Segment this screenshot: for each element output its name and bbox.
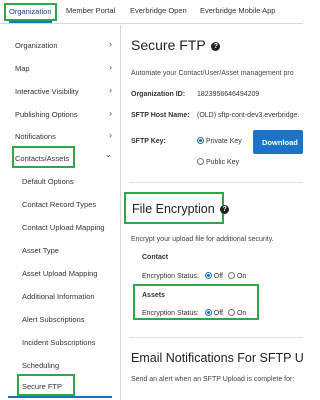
encryption-description: Encrypt your upload file for additional …: [131, 236, 274, 243]
sidebar-item-label: Organization: [15, 41, 58, 50]
contact-off-radio[interactable]: Off: [204, 272, 223, 280]
radio-selected-icon: [204, 309, 212, 316]
sidebar-item-notifications[interactable]: Notifications ›: [0, 126, 120, 148]
sidebar-item-default-options[interactable]: Default Options: [0, 171, 120, 193]
tab-everbridge-mobile-app[interactable]: Everbridge Mobile App: [200, 6, 275, 15]
file-encryption-title: File Encryption ?: [132, 202, 230, 216]
file-encryption-title-text: File Encryption: [132, 202, 215, 216]
sidebar-item-alert-subscriptions[interactable]: Alert Subscriptions: [0, 309, 120, 331]
radio-unselected-icon: [227, 272, 235, 279]
help-icon[interactable]: ?: [220, 205, 230, 214]
sidebar-item-asset-upload-mapping[interactable]: Asset Upload Mapping: [0, 263, 120, 285]
contact-heading: Contact: [142, 254, 169, 261]
encryption-status-label: Encryption Status:: [142, 310, 199, 317]
assets-heading: Assets: [142, 292, 165, 299]
public-key-radio[interactable]: Public Key: [197, 158, 239, 166]
host-name-value: (OLD) sftp-cont-dev3.everbridge.: [197, 112, 300, 119]
sidebar-item-contact-record-types[interactable]: Contact Record Types: [0, 194, 120, 216]
main-content: Secure FTP ? Automate your Contact/User/…: [121, 25, 303, 400]
divider: [129, 182, 303, 183]
assets-encryption-status: Encryption Status: Off On: [142, 309, 246, 317]
sidebar-item-label: Additional Information: [22, 292, 95, 301]
email-notifications-description: Send an alert when an SFTP Upload is com…: [131, 376, 295, 383]
active-tab-indicator: [9, 21, 52, 23]
sidebar-item-label: Map: [15, 64, 30, 73]
radio-unselected-icon: [227, 309, 235, 316]
sidebar-item-contact-upload-mapping[interactable]: Contact Upload Mapping: [0, 217, 120, 239]
sidebar-item-label: Notifications: [15, 132, 56, 141]
download-button[interactable]: Download: [253, 130, 303, 154]
on-label: On: [236, 273, 247, 280]
private-key-radio[interactable]: Private Key: [197, 137, 242, 145]
sidebar-item-label: Alert Subscriptions: [22, 315, 85, 324]
chevron-right-icon: ›: [109, 108, 112, 118]
sidebar-item-label: Secure FTP: [22, 382, 63, 391]
chevron-right-icon: ›: [109, 130, 112, 140]
off-label: Off: [213, 273, 223, 280]
private-key-label: Private Key: [206, 138, 242, 145]
chevron-down-icon: ⌄: [104, 149, 112, 159]
on-label: On: [236, 310, 247, 317]
sidebar-item-label: Default Options: [22, 177, 74, 186]
sidebar-item-label: Publishing Options: [15, 110, 78, 119]
active-item-indicator: [8, 396, 112, 398]
sidebar: Organization › Map › Interactive Visibil…: [0, 25, 121, 400]
public-key-label: Public Key: [206, 159, 240, 166]
assets-off-radio[interactable]: Off: [204, 309, 223, 317]
radio-unselected-icon: [197, 158, 204, 165]
sidebar-item-label: Incident Subscriptions: [22, 338, 96, 347]
page-title: Secure FTP ?: [131, 37, 221, 53]
sidebar-item-label: Contacts/Assets: [15, 154, 70, 163]
off-label: Off: [213, 310, 223, 317]
sidebar-item-label: Asset Upload Mapping: [22, 269, 98, 278]
sidebar-item-label: Contact Upload Mapping: [22, 223, 105, 232]
sidebar-item-label: Asset Type: [22, 246, 59, 255]
chevron-right-icon: ›: [109, 62, 112, 72]
org-id-label: Organization ID:: [131, 91, 186, 98]
sidebar-item-additional-information[interactable]: Additional Information: [0, 286, 120, 308]
tab-member-portal[interactable]: Member Portal: [66, 6, 115, 15]
divider: [129, 337, 303, 338]
tab-organization[interactable]: Organization: [4, 3, 57, 23]
tab-organization-label: Organization: [9, 7, 52, 16]
contact-on-radio[interactable]: On: [227, 272, 247, 280]
email-notifications-title: Email Notifications For SFTP U: [131, 351, 303, 365]
sidebar-item-interactive-visibility[interactable]: Interactive Visibility ›: [0, 81, 120, 103]
sidebar-item-contacts-assets[interactable]: Contacts/Assets ⌄: [0, 148, 120, 170]
page-title-text: Secure FTP: [131, 37, 206, 53]
intro-text: Automate your Contact/User/Asset managem…: [131, 70, 294, 77]
tab-everbridge-open[interactable]: Everbridge Open: [130, 6, 187, 15]
host-name-label: SFTP Host Name:: [131, 112, 190, 119]
sidebar-item-publishing-options[interactable]: Publishing Options ›: [0, 104, 120, 126]
chevron-right-icon: ›: [109, 85, 112, 95]
top-nav: Organization Member Portal Everbridge Op…: [0, 0, 303, 24]
sidebar-item-label: Contact Record Types: [22, 200, 97, 209]
sidebar-item-organization[interactable]: Organization ›: [0, 35, 120, 57]
radio-selected-icon: [197, 137, 204, 144]
sftp-key-label: SFTP Key:: [131, 138, 166, 145]
org-id-value: 1823956646494209: [197, 91, 260, 98]
sidebar-item-secure-ftp[interactable]: Secure FTP: [0, 376, 120, 398]
encryption-status-label: Encryption Status:: [142, 273, 199, 280]
contact-encryption-status: Encryption Status: Off On: [142, 272, 246, 280]
chevron-right-icon: ›: [109, 39, 112, 49]
assets-on-radio[interactable]: On: [227, 309, 247, 317]
sidebar-item-map[interactable]: Map ›: [0, 58, 120, 80]
sidebar-item-asset-type[interactable]: Asset Type: [0, 240, 120, 262]
sidebar-item-label: Interactive Visibility: [15, 87, 79, 96]
radio-selected-icon: [204, 272, 212, 279]
sidebar-item-incident-subscriptions[interactable]: Incident Subscriptions: [0, 332, 120, 354]
sidebar-item-label: Scheduling: [22, 361, 60, 370]
help-icon[interactable]: ?: [211, 42, 221, 51]
